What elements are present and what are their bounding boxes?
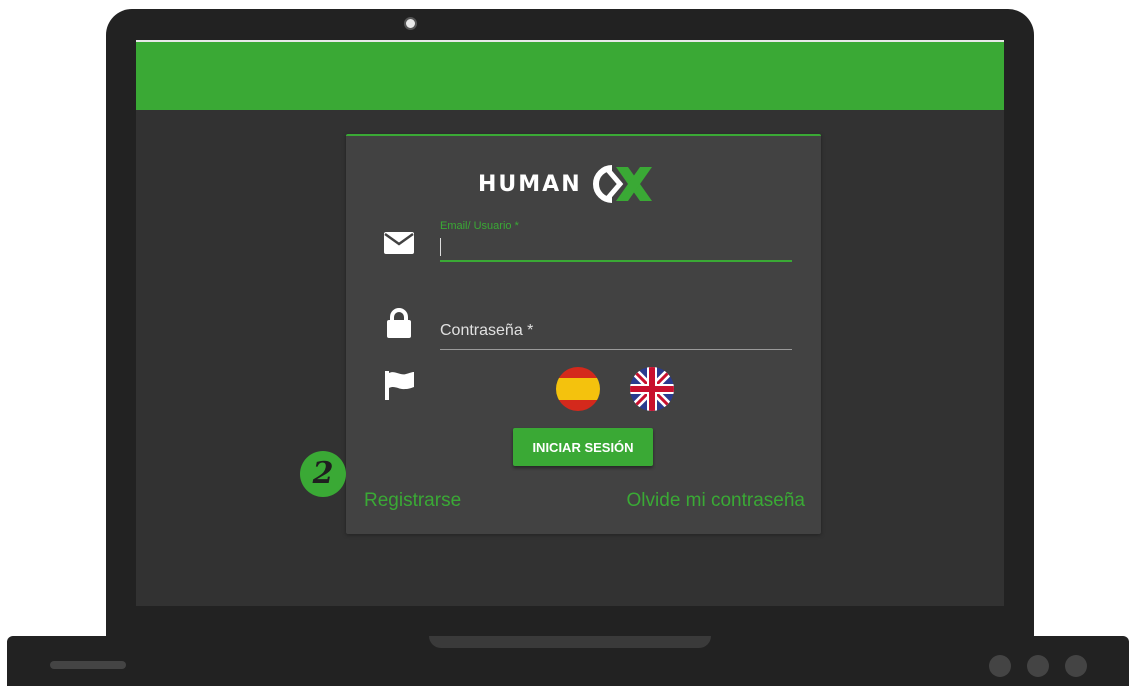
uk-flag-icon (630, 367, 674, 411)
app-header-bar (136, 40, 1004, 110)
email-field-underline (440, 260, 792, 262)
laptop-port-slot (50, 661, 126, 669)
uk-flag-button[interactable] (630, 367, 674, 411)
flag-icon (385, 371, 414, 400)
login-card: HUMAN Email/ Usuario * Contraseña * INIC… (346, 134, 821, 534)
password-field-underline (440, 349, 792, 350)
laptop-hinge-notch (429, 636, 711, 648)
laptop-indicator-dot (1027, 655, 1049, 677)
spain-flag-button[interactable] (556, 367, 600, 411)
email-field[interactable]: Email/ Usuario * (440, 220, 792, 264)
email-field-label: Email/ Usuario * (440, 220, 519, 232)
register-link[interactable]: Registrarse (364, 490, 461, 512)
laptop-screen: HUMAN Email/ Usuario * Contraseña * INIC… (136, 40, 1004, 606)
webcam-dot (404, 17, 417, 30)
laptop-mockup: HUMAN Email/ Usuario * Contraseña * INIC… (0, 0, 1129, 686)
laptop-indicator-dot (1065, 655, 1087, 677)
password-field[interactable]: Contraseña * (440, 322, 792, 352)
text-caret (440, 238, 441, 256)
envelope-icon (384, 232, 414, 254)
login-button[interactable]: INICIAR SESIÓN (513, 428, 653, 466)
humanox-logo: HUMAN (478, 164, 658, 204)
step-number-badge: 2 (300, 451, 346, 497)
password-field-label: Contraseña * (440, 322, 534, 339)
logo-wordmark: HUMAN (478, 171, 582, 197)
spain-flag-icon (556, 367, 600, 411)
lock-icon (387, 308, 411, 338)
humanox-x-mark-icon (592, 165, 652, 203)
laptop-indicator-dot (989, 655, 1011, 677)
email-input[interactable] (440, 234, 792, 258)
forgot-password-link[interactable]: Olvide mi contraseña (627, 490, 805, 512)
